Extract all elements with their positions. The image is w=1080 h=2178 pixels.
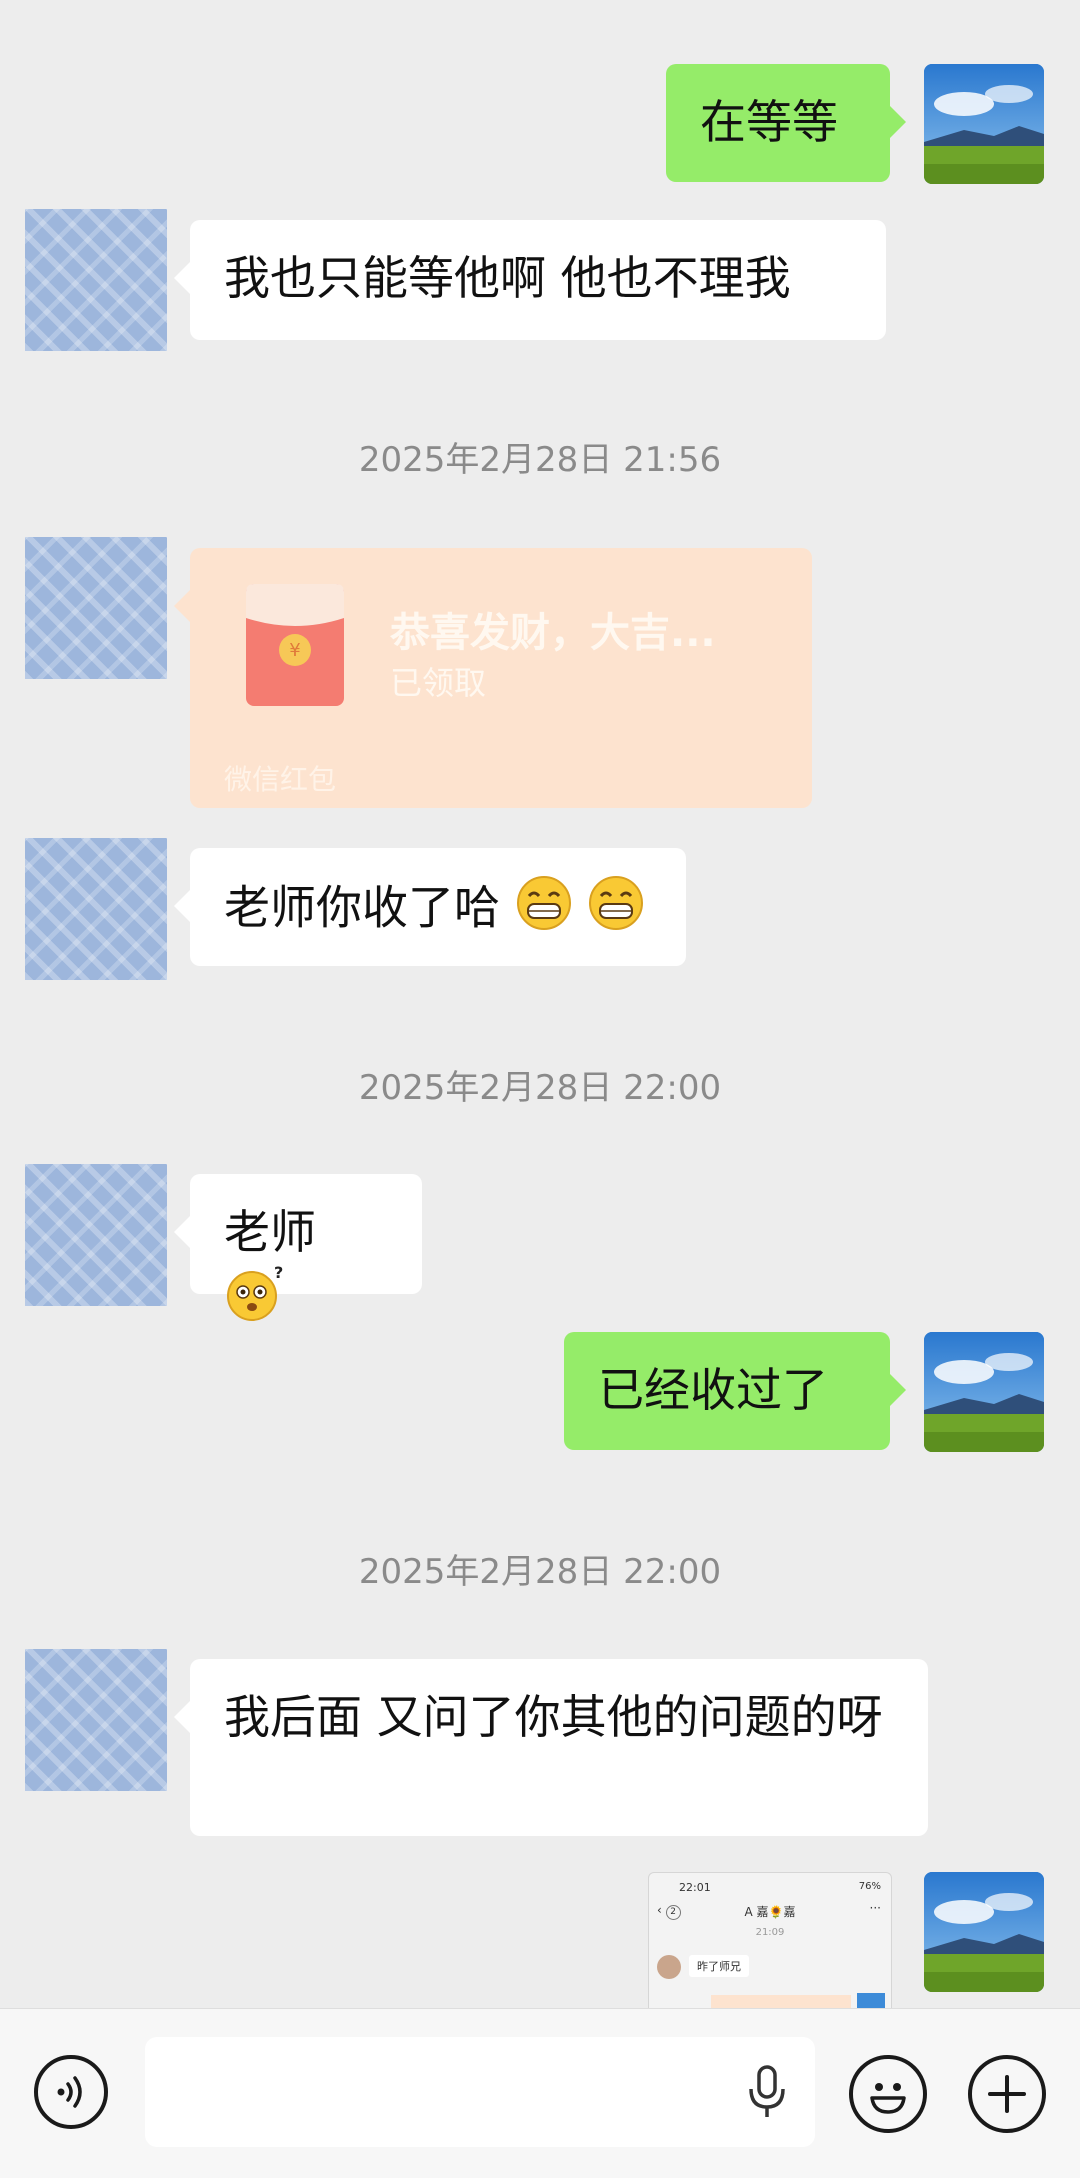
plus-icon[interactable]: [968, 2055, 1046, 2133]
message-bubble-received[interactable]: 我也只能等他啊 他也不理我: [174, 220, 886, 340]
message-text: 已经收过了: [598, 1363, 828, 1417]
microphone-icon[interactable]: [747, 2065, 787, 2125]
svg-text:?: ?: [274, 1264, 283, 1282]
contact-avatar[interactable]: [25, 537, 167, 679]
timestamp: 2025年2月28日 22:00: [358, 1068, 722, 1108]
landscape-avatar-image: [924, 64, 1044, 184]
red-packet-label: 微信红包: [224, 763, 337, 796]
my-avatar[interactable]: [924, 64, 1044, 184]
message-text: 我后面 又问了你其他的问题的呀: [224, 1690, 883, 1744]
timestamp: 2025年2月28日 22:00: [358, 1552, 722, 1592]
grin-emoji: [587, 874, 645, 948]
thumb-message: 昨了师兄: [689, 1955, 749, 1977]
emoji-icon[interactable]: [849, 2055, 927, 2133]
thumb-battery: 76%: [858, 1881, 881, 1892]
message-bubble-sent[interactable]: 已经收过了: [564, 1332, 906, 1450]
message-text: 我也只能等他啊 他也不理我: [224, 251, 791, 305]
message-input[interactable]: [145, 2037, 815, 2147]
message-text: 老师: [224, 1205, 316, 1259]
my-avatar[interactable]: [924, 1872, 1044, 1992]
thumb-avatar: [657, 1955, 681, 1979]
thumb-time: 21:09: [755, 1927, 785, 1938]
red-packet-card[interactable]: ¥ 恭喜发财，大吉... 已领取 微信红包: [174, 548, 812, 808]
grin-emoji: [515, 874, 573, 948]
contact-avatar[interactable]: [25, 838, 167, 980]
message-bubble-sent[interactable]: 在等等: [666, 64, 906, 182]
landscape-avatar-image: [924, 1872, 1044, 1992]
timestamp: 2025年2月28日 21:56: [358, 440, 722, 480]
confused-emoji: ?: [224, 1263, 284, 1340]
red-packet-icon: ¥: [246, 584, 344, 710]
message-bubble-received[interactable]: 老师 ?: [174, 1174, 422, 1321]
contact-avatar[interactable]: [25, 1649, 167, 1791]
my-avatar[interactable]: [924, 1332, 1044, 1452]
thumb-chat-title: A 嘉🌻嘉: [744, 1905, 796, 1919]
red-packet-status: 已领取: [390, 664, 487, 702]
red-packet-title: 恭喜发财，大吉...: [390, 610, 716, 656]
svg-text:¥: ¥: [289, 640, 300, 661]
message-bubble-received[interactable]: 我后面 又问了你其他的问题的呀: [174, 1659, 928, 1836]
contact-avatar[interactable]: [25, 1164, 167, 1306]
screenshot-thumbnail[interactable]: 22:01 76% ‹ 2 A 嘉🌻嘉 ··· 21:09 昨了师兄: [648, 1872, 892, 2014]
message-text: 在等等: [700, 95, 838, 149]
chat-input-bar: [0, 2008, 1080, 2178]
message-bubble-received[interactable]: 老师你收了哈: [174, 848, 686, 966]
landscape-avatar-image: [924, 1332, 1044, 1452]
thumb-more-icon: ···: [869, 1901, 881, 1915]
thumb-status-time: 22:01: [679, 1881, 711, 1894]
contact-avatar[interactable]: [25, 209, 167, 351]
message-text: 老师你收了哈: [224, 880, 500, 935]
voice-toggle-icon[interactable]: [34, 2055, 108, 2129]
